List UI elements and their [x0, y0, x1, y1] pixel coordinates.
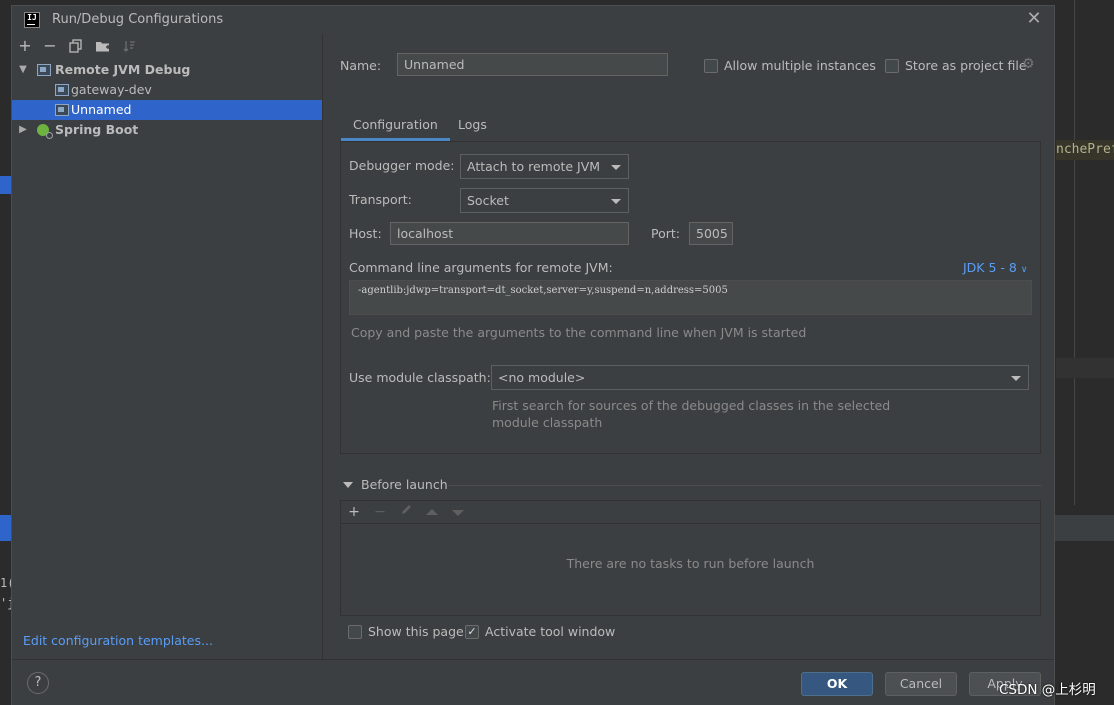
before-launch-toolbar: + −: [341, 501, 1040, 524]
csdn-watermark: CSDN @上杉明: [999, 682, 1096, 698]
add-icon[interactable]: +: [346, 504, 362, 520]
help-button[interactable]: ?: [27, 672, 49, 694]
store-project-label: Store as project file: [905, 58, 1027, 73]
show-page-label: Show this page: [368, 624, 464, 639]
remote-debug-icon: [55, 84, 69, 96]
tree-group-spring-boot[interactable]: ▶ Spring Boot: [12, 120, 322, 140]
remote-debug-icon: [55, 104, 69, 116]
transport-select[interactable]: Socket: [460, 188, 629, 213]
host-input[interactable]: localhost: [390, 222, 629, 245]
debugger-mode-label: Debugger mode:: [349, 158, 455, 173]
before-launch-separator: [448, 485, 1041, 486]
activate-tool-label: Activate tool window: [485, 624, 616, 639]
debugger-mode-select[interactable]: Attach to remote JVM: [460, 154, 629, 179]
tree-item-label: gateway-dev: [71, 82, 152, 97]
remove-icon[interactable]: −: [372, 504, 388, 520]
chevron-down-icon: ∨: [1020, 265, 1028, 275]
transport-value: Socket: [467, 193, 509, 208]
gear-icon[interactable]: ⚙: [1022, 56, 1035, 72]
dialog-title: Run/Debug Configurations: [52, 12, 224, 27]
tab-configuration[interactable]: Configuration: [341, 113, 450, 141]
show-page-checkbox[interactable]: [348, 625, 362, 639]
transport-label: Transport:: [349, 192, 412, 207]
spring-boot-icon: [37, 124, 53, 139]
jdk-version-link[interactable]: JDK 5 - 8 ∨: [963, 260, 1027, 275]
chevron-down-icon[interactable]: ▼: [18, 60, 28, 80]
allow-multiple-checkbox[interactable]: [704, 59, 718, 73]
intellij-app-icon: IJ: [24, 12, 40, 28]
remove-icon[interactable]: −: [41, 37, 59, 55]
new-folder-icon[interactable]: [94, 37, 112, 55]
cmd-args-label: Command line arguments for remote JVM:: [349, 260, 613, 275]
name-label: Name:: [340, 58, 382, 73]
move-down-icon[interactable]: [452, 510, 464, 516]
tree-group-label: Remote JVM Debug: [55, 62, 191, 77]
ok-button[interactable]: OK: [801, 672, 873, 696]
edit-icon[interactable]: [398, 504, 414, 520]
dialog-button-bar: ? OK Cancel Apply: [12, 659, 1054, 705]
run-debug-dialog: IJ Run/Debug Configurations ✕ + − ▼ Remo…: [11, 5, 1055, 705]
module-hint-line2: module classpath: [492, 415, 603, 430]
cancel-button[interactable]: Cancel: [885, 672, 957, 696]
close-icon[interactable]: ✕: [1024, 9, 1044, 29]
chevron-down-icon: [611, 165, 621, 170]
cmd-args-field[interactable]: -agentlib:jdwp=transport=dt_socket,serve…: [349, 280, 1032, 315]
module-hint-line1: First search for sources of the debugged…: [492, 398, 891, 413]
module-classpath-label: Use module classpath:: [349, 370, 491, 385]
before-launch-empty: There are no tasks to run before launch: [566, 556, 815, 571]
edit-templates-link[interactable]: Edit configuration templates...: [23, 633, 213, 648]
store-project-checkbox[interactable]: [885, 59, 899, 73]
editor-code-fragment: nchePref: [1056, 140, 1114, 160]
configuration-panel: Debugger mode: Attach to remote JVM Tran…: [340, 141, 1041, 454]
module-classpath-value: <no module>: [498, 370, 586, 385]
debugger-mode-value: Attach to remote JVM: [467, 159, 601, 174]
configurations-sidebar: + − ▼ Remote JVM Debug gateway-dev Unnam…: [12, 34, 323, 659]
add-icon[interactable]: +: [16, 37, 34, 55]
before-launch-title: Before launch: [361, 477, 448, 492]
port-label: Port:: [651, 226, 680, 241]
tree-group-remote-jvm-debug[interactable]: ▼ Remote JVM Debug: [12, 60, 322, 80]
chevron-down-icon[interactable]: [343, 482, 353, 488]
copy-icon[interactable]: [67, 37, 85, 55]
sort-icon[interactable]: [120, 37, 138, 55]
remote-debug-icon: [37, 64, 51, 76]
tab-logs[interactable]: Logs: [446, 113, 499, 141]
allow-multiple-label: Allow multiple instances: [724, 58, 876, 73]
host-label: Host:: [349, 226, 382, 241]
editor-line-highlight: [1056, 358, 1114, 378]
chevron-down-icon: [1011, 376, 1021, 381]
before-launch-panel: + − There are no tasks to run before lau…: [340, 500, 1041, 616]
jdk-version-label: JDK 5 - 8: [963, 260, 1017, 275]
tree-item-label: Unnamed: [71, 102, 132, 117]
port-input[interactable]: 5005: [689, 222, 733, 245]
move-up-icon[interactable]: [426, 509, 438, 515]
activate-tool-checkbox[interactable]: ✓: [465, 625, 479, 639]
tree-item-unnamed[interactable]: Unnamed: [12, 100, 322, 120]
editor-margin-line: [1074, 0, 1075, 505]
tree-group-label: Spring Boot: [55, 122, 139, 137]
name-input[interactable]: Unnamed: [397, 53, 668, 76]
chevron-down-icon: [611, 199, 621, 204]
tree-item-gateway-dev[interactable]: gateway-dev: [12, 80, 322, 100]
cmd-args-hint: Copy and paste the arguments to the comm…: [351, 325, 807, 340]
module-classpath-select[interactable]: <no module>: [491, 365, 1029, 390]
chevron-right-icon[interactable]: ▶: [18, 120, 28, 140]
dialog-titlebar: IJ Run/Debug Configurations ✕: [12, 6, 1054, 34]
